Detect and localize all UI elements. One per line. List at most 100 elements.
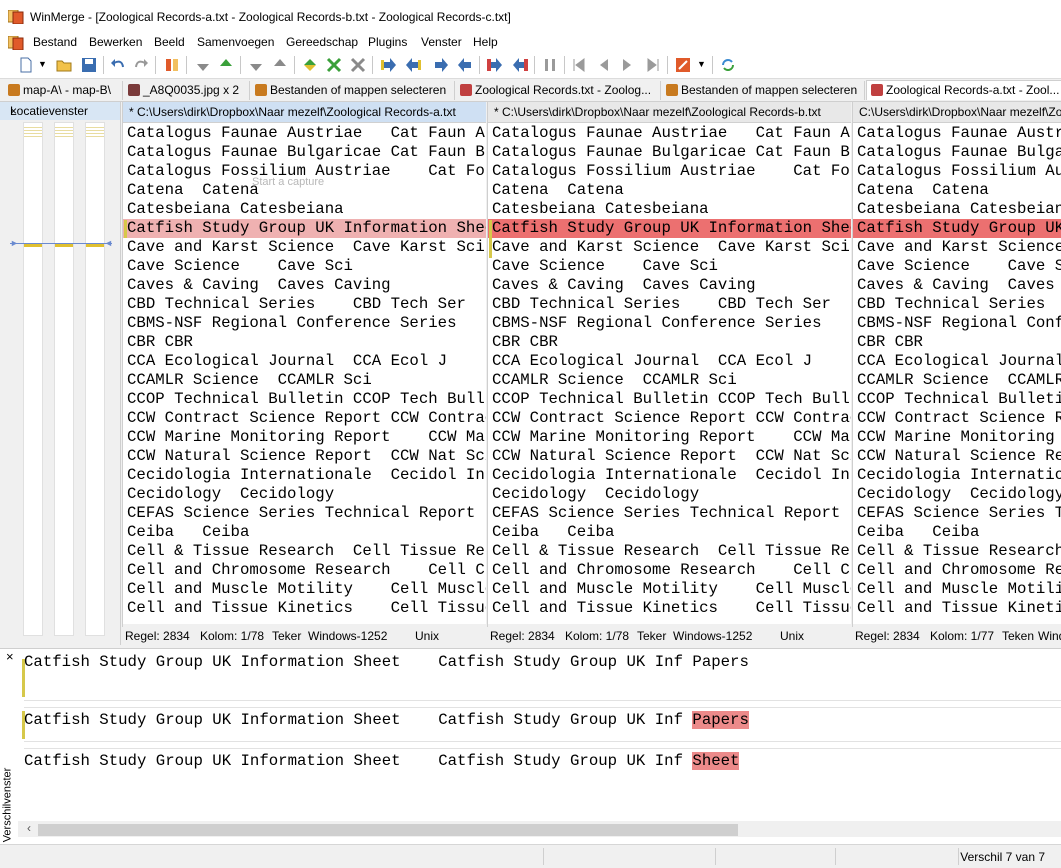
menu-gereedschap[interactable]: Gereedschap xyxy=(286,35,358,49)
tab-text-compare[interactable]: Zoological Records.txt - Zoolog... xyxy=(456,81,661,100)
redo-icon[interactable] xyxy=(133,57,149,73)
text-line[interactable]: Cecidologia Internationale Cecidol Int xyxy=(123,466,486,485)
undo-icon[interactable] xyxy=(110,57,126,73)
menu-bestand[interactable]: Bestand xyxy=(33,35,77,49)
close-icon[interactable]: × xyxy=(6,649,14,664)
text-line[interactable]: Cell and Muscle Motility Cell Muscle xyxy=(853,580,1061,599)
tab-select-files-1[interactable]: Bestanden of mappen selecteren xyxy=(251,81,455,100)
text-line[interactable]: CCW Marine Monitoring Report CCW Mar xyxy=(123,428,486,447)
text-line[interactable]: CBMS-NSF Regional Conference Series xyxy=(853,314,1061,333)
text-line[interactable]: Caves & Caving Caves Caving xyxy=(123,276,486,295)
prev-conflict-icon[interactable] xyxy=(326,57,342,73)
document-menu-icon[interactable] xyxy=(8,36,24,50)
text-line[interactable]: Cave and Karst Science Cave Karst Sci xyxy=(488,238,851,257)
menu-venster[interactable]: Venster xyxy=(421,35,462,49)
text-line[interactable]: CCW Contract Science Report CCW Contract xyxy=(488,409,851,428)
text-line[interactable]: CBD Technical Series CBD Tech Ser xyxy=(488,295,851,314)
text-line[interactable]: Cave Science Cave Sci xyxy=(853,257,1061,276)
file-pane-c[interactable]: C:\Users\dirk\Dropbox\Naar mezelf\Zoolog… xyxy=(852,102,1061,642)
location-bar-right[interactable] xyxy=(85,122,105,636)
text-line[interactable]: CCOP Technical Bulletin CCOP Tech Bull xyxy=(853,390,1061,409)
copy-left-advance-icon[interactable] xyxy=(457,57,473,73)
text-line[interactable]: CCW Natural Science Report CCW Nat Sci xyxy=(123,447,486,466)
text-line[interactable]: Catesbeiana Catesbeiana xyxy=(123,200,486,219)
merge-icon[interactable] xyxy=(542,57,558,73)
text-line[interactable]: Cave Science Cave Sci xyxy=(123,257,486,276)
text-line[interactable]: Catalogus Fossilium Austriae Cat Foss Au… xyxy=(853,162,1061,181)
text-line[interactable]: Cell and Tissue Kinetics Cell Tissue xyxy=(488,599,851,618)
text-line[interactable]: CEFAS Science Series Technical Report xyxy=(853,504,1061,523)
open-folder-icon[interactable] xyxy=(56,57,72,73)
copy-all-right-icon[interactable] xyxy=(487,57,503,73)
text-line[interactable]: Catfish Study Group UK Information Sheet xyxy=(853,219,1061,238)
text-line[interactable]: Catfish Study Group UK Information Sheet xyxy=(123,219,486,238)
text-line[interactable]: Catalogus Faunae Bulgaricae Cat Faun Bul… xyxy=(488,143,851,162)
options-icon[interactable] xyxy=(675,57,691,73)
text-line[interactable]: Catalogus Fossilium Austriae Cat Foss Au… xyxy=(488,162,851,181)
diff-row[interactable]: Catfish Study Group UK Information Sheet… xyxy=(24,711,749,730)
text-line[interactable]: CCW Natural Science Report CCW Nat Sci xyxy=(853,447,1061,466)
text-line[interactable]: Caves & Caving Caves Caving xyxy=(853,276,1061,295)
text-line[interactable]: Ceiba Ceiba xyxy=(123,523,486,542)
next-file-icon[interactable] xyxy=(620,57,636,73)
horizontal-scrollbar[interactable]: ‹ xyxy=(18,821,1061,837)
text-line[interactable]: Cecidology Cecidology xyxy=(123,485,486,504)
text-line[interactable]: CCOP Technical Bulletin CCOP Tech Bull xyxy=(488,390,851,409)
copy-right-advance-icon[interactable] xyxy=(433,57,449,73)
diff-row[interactable]: Catfish Study Group UK Information Sheet… xyxy=(24,653,749,672)
text-line[interactable]: CCW Contract Science Report CCW Contract xyxy=(853,409,1061,428)
menu-help[interactable]: Help xyxy=(473,35,498,49)
text-line[interactable]: Catalogus Faunae Austriae Cat Faun Austr… xyxy=(123,124,486,143)
text-line[interactable]: Catalogus Faunae Austriae Cat Faun Austr… xyxy=(853,124,1061,143)
close-icon[interactable]: × xyxy=(10,104,115,118)
text-line[interactable]: Catalogus Faunae Bulgaricae Cat Faun Bul… xyxy=(123,143,486,162)
menu-beeld[interactable]: Beeld xyxy=(154,35,185,49)
text-line[interactable]: Cell and Tissue Kinetics Cell Tissue xyxy=(123,599,486,618)
compare-icon[interactable] xyxy=(164,57,180,73)
text-line[interactable]: CCAMLR Science CCAMLR Sci xyxy=(488,371,851,390)
text-line[interactable]: CBMS-NSF Regional Conference Series xyxy=(488,314,851,333)
tab-image-compare[interactable]: _A8Q0035.jpg x 2 xyxy=(124,81,250,100)
copy-right-icon[interactable] xyxy=(381,57,397,73)
text-line[interactable]: CBD Technical Series CBD Tech Ser xyxy=(123,295,486,314)
text-line[interactable]: CCA Ecological Journal CCA Ecol J xyxy=(488,352,851,371)
text-line[interactable]: Caves & Caving Caves Caving xyxy=(488,276,851,295)
copy-left-icon[interactable] xyxy=(405,57,421,73)
scrollbar-thumb[interactable] xyxy=(38,824,738,836)
text-line[interactable]: Cell and Chromosome Research Cell Chromo… xyxy=(853,561,1061,580)
text-line[interactable]: Cecidology Cecidology xyxy=(488,485,851,504)
prev-diff-icon[interactable] xyxy=(218,57,234,73)
text-line[interactable]: Catena Catena xyxy=(488,181,851,200)
text-line[interactable]: Cecidologia Internationale Cecidol Int xyxy=(853,466,1061,485)
diff-row[interactable]: Catfish Study Group UK Information Sheet… xyxy=(24,752,740,771)
text-line[interactable]: CCA Ecological Journal CCA Ecol J xyxy=(853,352,1061,371)
text-line[interactable]: CCAMLR Science CCAMLR Sci xyxy=(853,371,1061,390)
text-line[interactable]: Catesbeiana Catesbeiana xyxy=(853,200,1061,219)
text-line[interactable]: Catfish Study Group UK Information Sheet xyxy=(488,219,851,238)
save-icon[interactable] xyxy=(81,57,97,73)
text-line[interactable]: Catena Catena xyxy=(853,181,1061,200)
text-line[interactable]: Ceiba Ceiba xyxy=(853,523,1061,542)
options-dropdown-icon[interactable]: ▼ xyxy=(697,59,706,69)
file-pane-lines[interactable]: Catalogus Faunae Austriae Cat Faun Austr… xyxy=(123,124,486,620)
text-line[interactable]: CBR CBR xyxy=(488,333,851,352)
next-conflict-icon[interactable] xyxy=(350,57,366,73)
menu-plugins[interactable]: Plugins xyxy=(368,35,407,49)
first-file-icon[interactable] xyxy=(571,57,587,73)
tab-folder-compare[interactable]: map-A\ - map-B\ xyxy=(4,81,123,100)
tab-select-files-2[interactable]: Bestanden of mappen selecteren xyxy=(662,81,865,100)
text-line[interactable]: CBMS-NSF Regional Conference Series xyxy=(123,314,486,333)
text-line[interactable]: Catalogus Faunae Bulgaricae Cat Faun Bul… xyxy=(853,143,1061,162)
text-line[interactable]: CBD Technical Series CBD Tech Ser xyxy=(853,295,1061,314)
text-line[interactable]: Cecidology Cecidology xyxy=(853,485,1061,504)
text-line[interactable]: CCOP Technical Bulletin CCOP Tech Bull xyxy=(123,390,486,409)
refresh-icon[interactable] xyxy=(720,57,736,73)
current-diff-icon[interactable] xyxy=(302,57,318,73)
file-pane-lines[interactable]: Catalogus Faunae Austriae Cat Faun Austr… xyxy=(853,124,1061,620)
last-file-icon[interactable] xyxy=(645,57,661,73)
text-line[interactable]: Cell and Chromosome Research Cell Chromo… xyxy=(123,561,486,580)
text-line[interactable]: CCW Marine Monitoring Report CCW Mar xyxy=(853,428,1061,447)
text-line[interactable]: CBR CBR xyxy=(853,333,1061,352)
text-line[interactable]: CCW Natural Science Report CCW Nat Sci xyxy=(488,447,851,466)
text-line[interactable]: CCW Marine Monitoring Report CCW Mar xyxy=(488,428,851,447)
